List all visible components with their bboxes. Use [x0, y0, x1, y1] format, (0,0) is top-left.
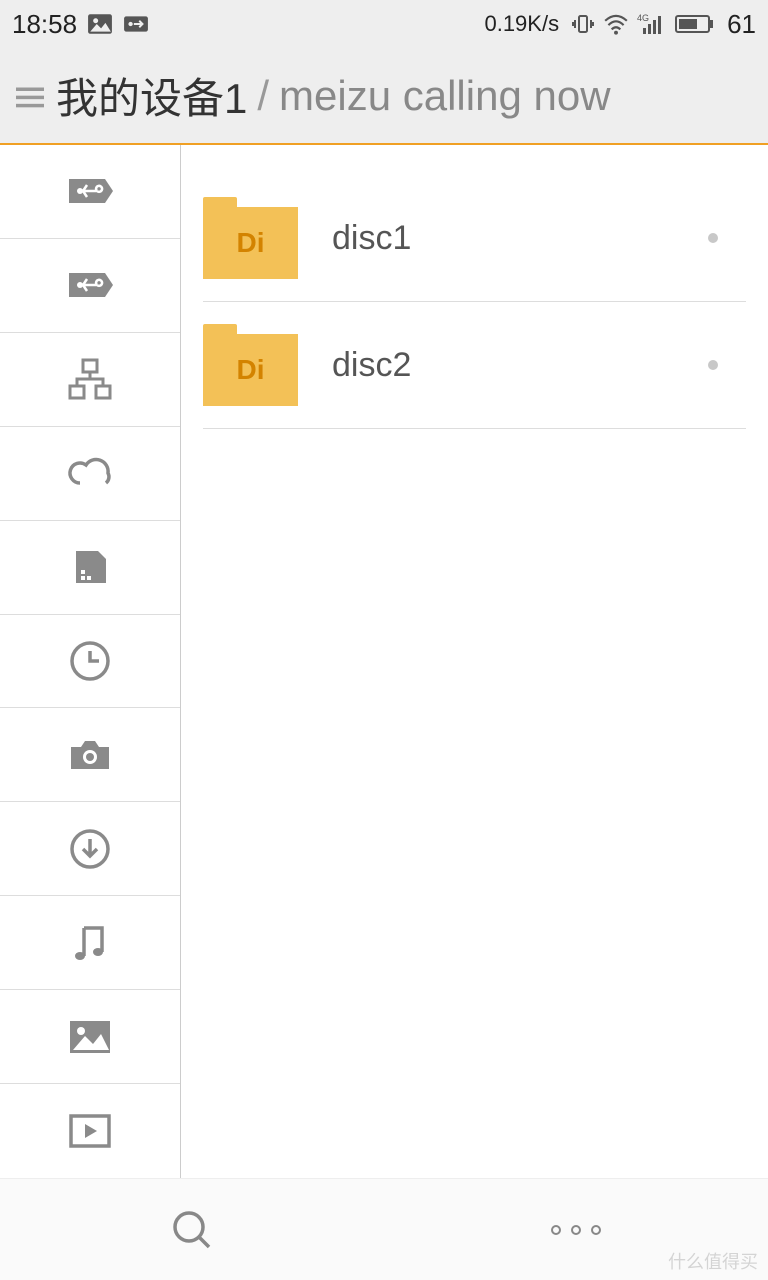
menu-icon[interactable] [16, 72, 46, 120]
svg-text:4G: 4G [637, 13, 649, 23]
item-indicator [708, 360, 718, 370]
sidebar-item-video[interactable] [0, 1084, 180, 1178]
sidebar-item-usb-2[interactable] [0, 239, 180, 333]
watermark: 什么值得买 [668, 1248, 758, 1274]
signal-icon: 4G [637, 12, 667, 36]
picture-icon [87, 13, 113, 35]
battery-icon [675, 13, 715, 35]
sidebar-item-music[interactable] [0, 896, 180, 990]
folder-icon: Di [203, 197, 298, 279]
sidebar-item-camera[interactable] [0, 708, 180, 802]
battery-text: 61 [727, 9, 756, 40]
sidebar-item-lan[interactable] [0, 333, 180, 427]
file-name: disc1 [332, 219, 708, 258]
usb-small-icon [123, 13, 149, 35]
file-name: disc2 [332, 346, 708, 385]
clock-text: 18:58 [12, 9, 77, 40]
breadcrumb[interactable]: 我的设备1 / meizu calling now [0, 48, 768, 145]
more-icon [551, 1225, 601, 1235]
breadcrumb-secondary[interactable]: meizu calling now [279, 72, 611, 120]
status-bar: 18:58 0.19K/s 4G 61 [0, 0, 768, 48]
sidebar-item-usb-1[interactable] [0, 145, 180, 239]
item-indicator [708, 233, 718, 243]
sidebar-item-downloads[interactable] [0, 802, 180, 896]
list-item[interactable]: Di disc2 [203, 302, 746, 429]
sidebar-item-pictures[interactable] [0, 990, 180, 1084]
breadcrumb-separator: / [257, 72, 269, 120]
main-area: Di disc1 Di disc2 [0, 145, 768, 1178]
breadcrumb-primary[interactable]: 我的设备1 [56, 65, 247, 126]
network-speed: 0.19K/s [484, 11, 559, 37]
bottom-bar [0, 1178, 768, 1280]
folder-badge: Di [237, 354, 265, 386]
wifi-icon [603, 13, 629, 35]
folder-badge: Di [237, 227, 265, 259]
sidebar-item-sdcard[interactable] [0, 521, 180, 615]
sidebar-item-cloud[interactable] [0, 427, 180, 521]
folder-icon: Di [203, 324, 298, 406]
sidebar [0, 145, 181, 1178]
vibrate-icon [571, 12, 595, 36]
file-list: Di disc1 Di disc2 [181, 145, 768, 1178]
search-button[interactable] [132, 1190, 252, 1270]
list-item[interactable]: Di disc1 [203, 175, 746, 302]
sidebar-item-recent[interactable] [0, 615, 180, 709]
more-button[interactable] [516, 1190, 636, 1270]
